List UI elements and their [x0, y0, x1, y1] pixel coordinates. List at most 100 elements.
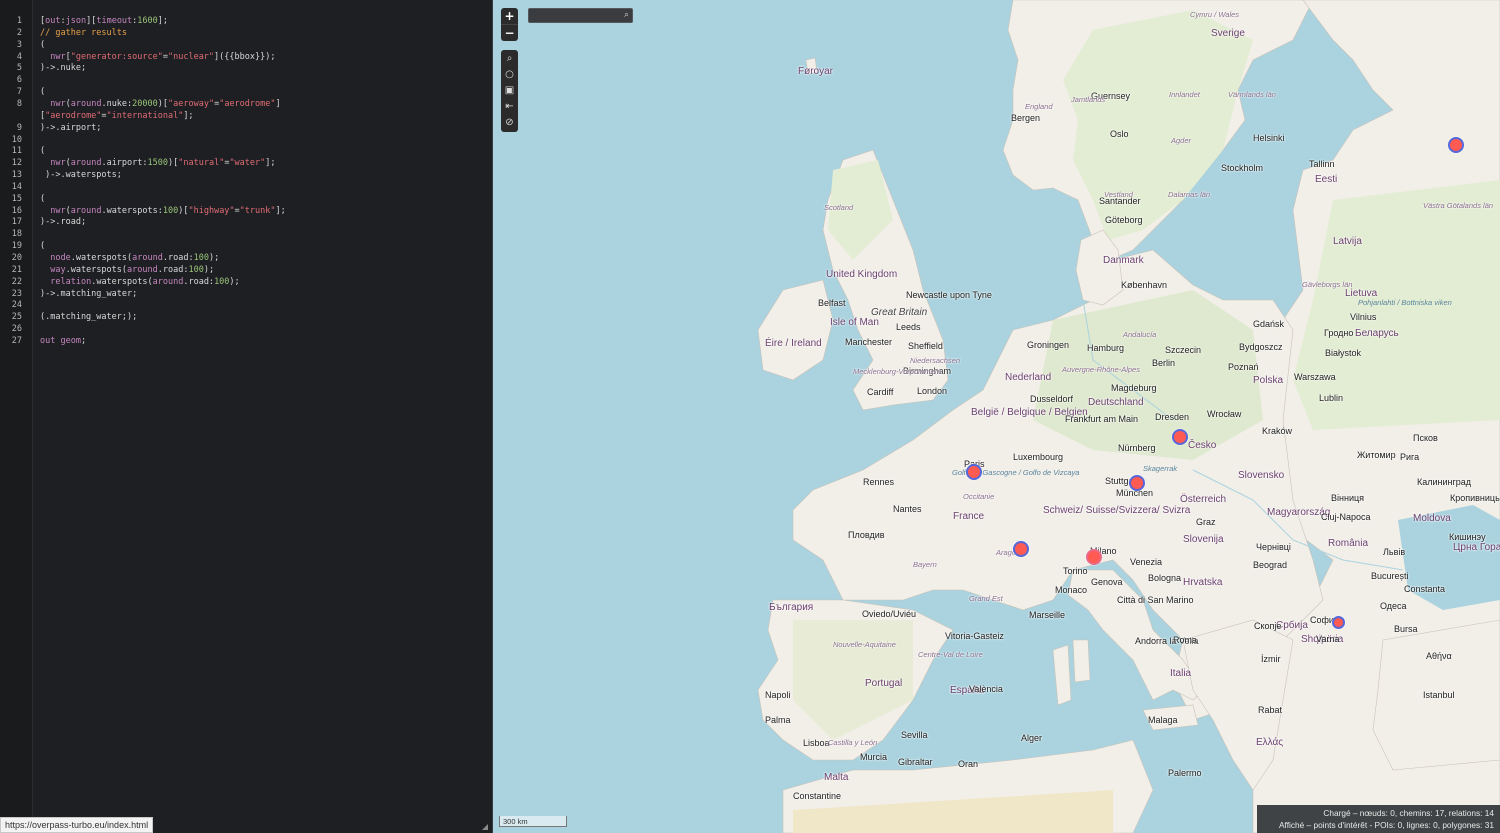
map-label: İzmir — [1261, 654, 1281, 664]
map-label: Roma — [1173, 635, 1198, 645]
map-label: Berlin — [1152, 358, 1176, 368]
line-number: 13 — [11, 170, 22, 181]
search-icon[interactable]: ⌕ — [624, 9, 629, 22]
line-number: 27 — [11, 335, 22, 346]
map-label: Palma — [765, 715, 791, 725]
map-label: Innlandet — [1169, 90, 1200, 99]
map-label: Slovensko — [1238, 470, 1285, 481]
map-label: Bergen — [1011, 113, 1041, 123]
map-label: Eesti — [1315, 174, 1338, 185]
code-editor[interactable]: 1 2 3 4 5 6 7 8 9 10 11 12 13 14 15 16 17 18 19 20 21 22 23 24 2… — [0, 0, 493, 833]
map-label: Città di San Marino — [1117, 595, 1194, 605]
code-line: nwr(around.airport:1500)["natural"="wate… — [50, 158, 276, 169]
clear-data-icon[interactable]: ⊘ — [501, 115, 518, 131]
map-label: България — [769, 602, 814, 613]
map-label: Polska — [1253, 375, 1284, 386]
line-number: 10 — [11, 134, 22, 145]
map-label: Frankfurt am Main — [1065, 414, 1139, 424]
line-number: 6 — [16, 75, 22, 86]
line-number: 14 — [11, 181, 22, 192]
map-label: Пловдив — [848, 530, 885, 540]
map-view[interactable]: Føroyar Sverige Helsinki Stockholm Oslo Berge… — [493, 0, 1500, 833]
map-label: Palermo — [1168, 768, 1202, 778]
marker-loviisa[interactable] — [1448, 137, 1464, 153]
map-label: Malaga — [1148, 715, 1178, 725]
map-label: Кропивницький — [1450, 493, 1500, 503]
map-label: Szczecin — [1165, 345, 1202, 355]
stats-loaded: Chargé – nœuds: 0, chemins: 17, relation… — [1323, 808, 1494, 818]
map-label: Cardiff — [867, 387, 894, 397]
marker-gundremmingen[interactable] — [1129, 475, 1145, 491]
map-label: Leeds — [896, 322, 921, 332]
map-label: Mecklenburg-Vorpommern — [853, 367, 942, 376]
map-label: Białystok — [1325, 348, 1362, 358]
code-line: node.waterspots(around.road:100); — [50, 253, 220, 263]
map-label: Slovenija — [1183, 534, 1224, 545]
map-label: Andalucía — [1123, 330, 1157, 339]
map-label: Newcastle upon Tyne — [906, 290, 992, 300]
map-label: România — [1328, 538, 1369, 549]
map-label: Dresden — [1155, 412, 1190, 422]
map-label: Italia — [1170, 668, 1192, 679]
map-label: Црна Гора — [1453, 542, 1500, 553]
map-label: Stockholm — [1221, 163, 1264, 173]
marker-lyon[interactable] — [1013, 541, 1029, 557]
image-export-icon[interactable]: ▣ — [501, 83, 518, 99]
line-number: 18 — [11, 229, 22, 240]
map-label: Hrvatska — [1183, 577, 1223, 588]
map-label: Castilla y León — [828, 738, 878, 747]
map-label: Ελλάς — [1256, 737, 1284, 748]
map-label: Bayern — [913, 560, 937, 569]
map-label: Rennes — [863, 477, 895, 487]
map-search-input[interactable] — [529, 9, 621, 22]
code-line: )->.matching_water; — [40, 288, 138, 299]
line-number: 24 — [11, 300, 22, 311]
zoom-to-data-icon[interactable]: ⌕ — [501, 51, 518, 67]
map-label: Danmark — [1103, 255, 1144, 266]
map-label: Göteborg — [1105, 215, 1143, 225]
map-label: Murcia — [860, 752, 888, 762]
map-label: Groningen — [1027, 340, 1070, 350]
marker-temelin[interactable] — [1172, 429, 1188, 445]
line-number: 9 — [16, 122, 22, 133]
status-url: https://overpass-turbo.eu/index.html — [0, 817, 154, 833]
map-label: Gdańsk — [1253, 319, 1285, 329]
map-label: Cluj-Napoca — [1321, 512, 1371, 522]
map-label: Wrocław — [1207, 409, 1242, 419]
line-number: 15 — [11, 193, 22, 204]
map-label: Gibraltar — [898, 757, 933, 767]
marker-paris[interactable] — [966, 464, 982, 480]
line-number: 12 — [11, 158, 22, 169]
map-label: Agder — [1171, 136, 1192, 145]
map-label: Калининград — [1417, 477, 1472, 487]
line-number: 20 — [11, 253, 22, 263]
code-line: // gather results — [40, 27, 127, 38]
map-label: Sheffield — [908, 341, 943, 351]
zoom-in-button[interactable]: + — [501, 8, 518, 25]
map-label: Беларусь — [1355, 328, 1399, 339]
map-label: Dusseldorf — [1030, 394, 1074, 404]
line-number: 5 — [16, 63, 22, 74]
code-line: ( — [40, 193, 46, 204]
marker-kozloduy[interactable] — [1332, 616, 1345, 629]
map-search: ⌕ — [528, 8, 633, 23]
map-label: Centre-Val de Loire — [918, 650, 983, 659]
locate-icon[interactable]: ○ — [501, 67, 518, 83]
map-label: Torino — [1063, 566, 1088, 576]
resize-grip[interactable] — [482, 824, 488, 830]
marker-milano[interactable] — [1086, 549, 1102, 565]
fit-bounds-icon[interactable]: ⇤ — [501, 99, 518, 115]
map-label: United Kingdom — [826, 269, 898, 280]
zoom-out-button[interactable]: − — [501, 25, 518, 41]
map-label: Oviedo/Uviéu — [862, 609, 917, 619]
map-label: Cymru / Wales — [1190, 10, 1240, 19]
code-line: )->.airport; — [40, 122, 102, 133]
map-label: Occitanie — [963, 492, 995, 501]
map-label: Tallinn — [1309, 159, 1335, 169]
map-label: Чернівці — [1256, 542, 1291, 552]
map-label: Isle of Man — [830, 317, 879, 328]
map-label: Rabat — [1258, 705, 1283, 715]
line-number: 16 — [11, 205, 22, 216]
line-number: 2 — [16, 27, 22, 38]
code-line: way.waterspots(around.road:100); — [50, 264, 215, 275]
